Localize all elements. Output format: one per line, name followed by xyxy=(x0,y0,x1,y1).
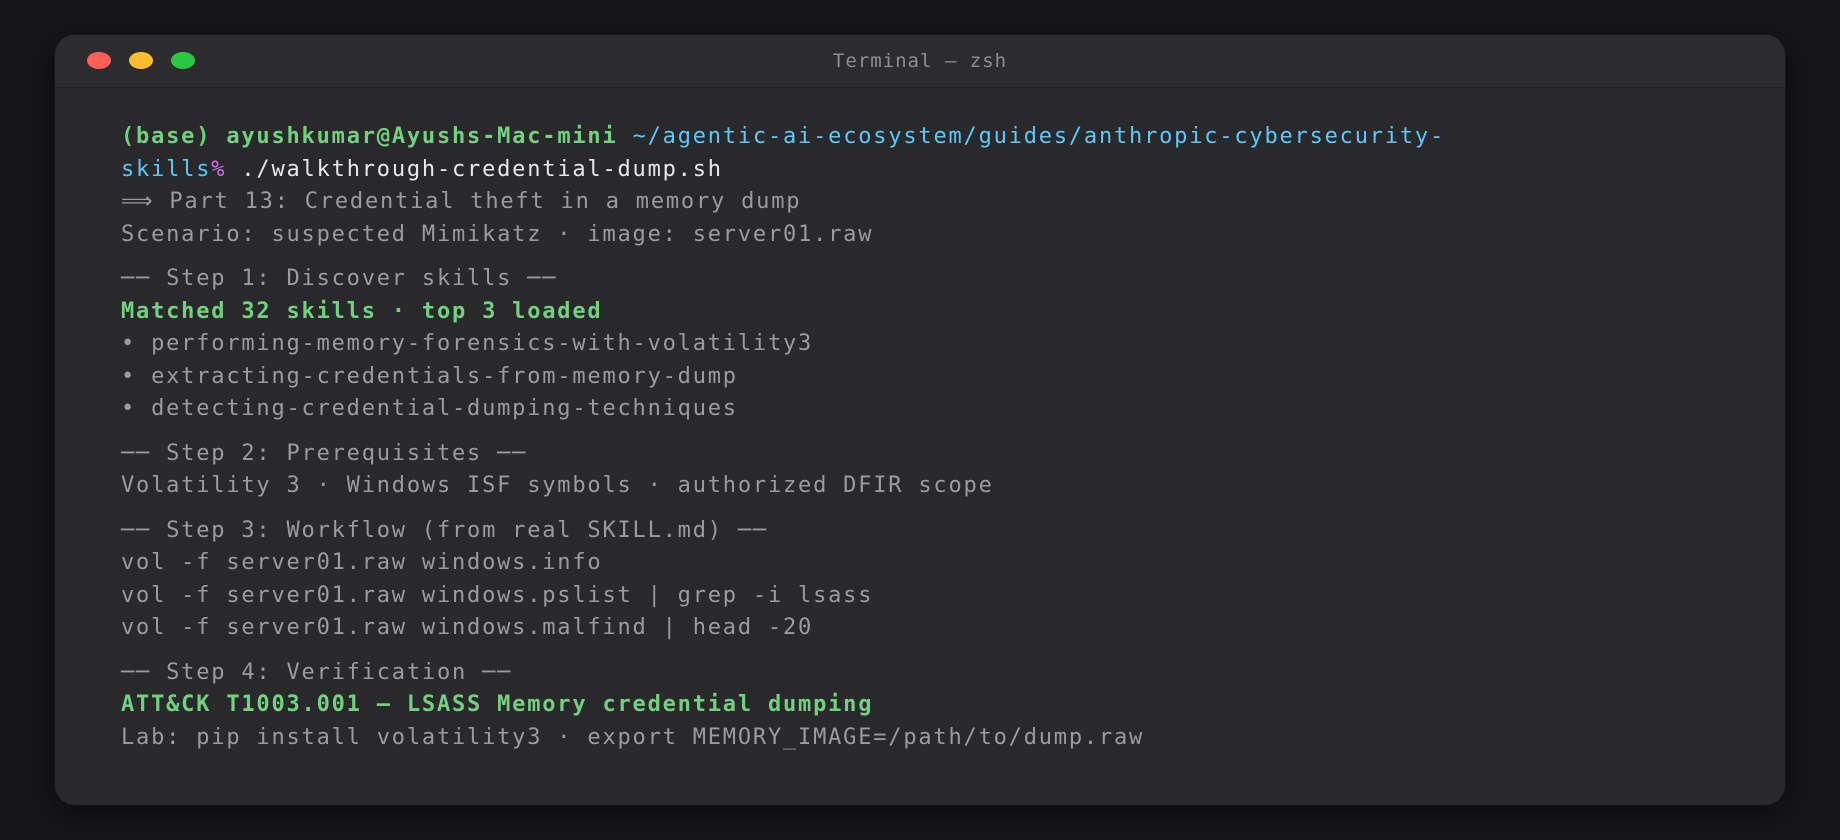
prompt-symbol: % xyxy=(211,156,227,182)
conda-env: (base) xyxy=(121,124,212,149)
user-host: ayushkumar@Ayushs-Mac-mini xyxy=(226,124,618,149)
step2-text: Volatility 3 · Windows ISF symbols · aut… xyxy=(121,473,994,498)
prompt-line-1: (base) ayushkumar@Ayushs-Mac-mini ~/agen… xyxy=(121,121,1741,154)
workflow-command: vol -f server01.raw windows.info xyxy=(121,550,603,575)
prompt-path: ~/agentic-ai-ecosystem/guides/anthropic-… xyxy=(632,124,1445,149)
step2-header: ── Step 2: Prerequisites ── xyxy=(121,440,528,466)
attack-technique: ATT&CK T1003.001 — LSASS Memory credenti… xyxy=(121,692,874,717)
prompt-line-2: skills% ./walkthrough-credential-dump.sh xyxy=(121,154,1741,187)
lab-instructions: Lab: pip install volatility3 · export ME… xyxy=(121,724,1145,750)
workflow-command: vol -f server01.raw windows.malfind | he… xyxy=(121,615,814,640)
skill-item: • extracting-credentials-from-memory-dum… xyxy=(121,363,738,389)
step3-header: ── Step 3: Workflow (from real SKILL.md)… xyxy=(121,517,768,543)
skill-item: • detecting-credential-dumping-technique… xyxy=(121,396,738,421)
step4-header: ── Step 4: Verification ── xyxy=(121,659,513,685)
part-title: ⟹ Part 13: Credential theft in a memory … xyxy=(121,189,802,214)
prompt-path-continued: skills xyxy=(121,156,212,182)
scenario-line: Scenario: suspected Mimikatz · image: se… xyxy=(121,221,874,247)
window-title: Terminal — zsh xyxy=(832,50,1008,72)
terminal-output[interactable]: (base) ayushkumar@Ayushs-Mac-mini ~/agen… xyxy=(121,121,1741,754)
command-text: ./walkthrough-credential-dump.sh xyxy=(226,156,723,182)
workflow-command: vol -f server01.raw windows.pslist | gre… xyxy=(121,582,874,608)
terminal-window: Terminal — zsh (base) ayushkumar@Ayushs-… xyxy=(55,35,1785,805)
skill-item: • performing-memory-forensics-with-volat… xyxy=(121,331,814,356)
step1-header: ── Step 1: Discover skills ── xyxy=(121,266,558,291)
step1-matched: Matched 32 skills · top 3 loaded xyxy=(121,298,603,324)
title-bar[interactable]: Terminal — zsh xyxy=(55,35,1785,88)
